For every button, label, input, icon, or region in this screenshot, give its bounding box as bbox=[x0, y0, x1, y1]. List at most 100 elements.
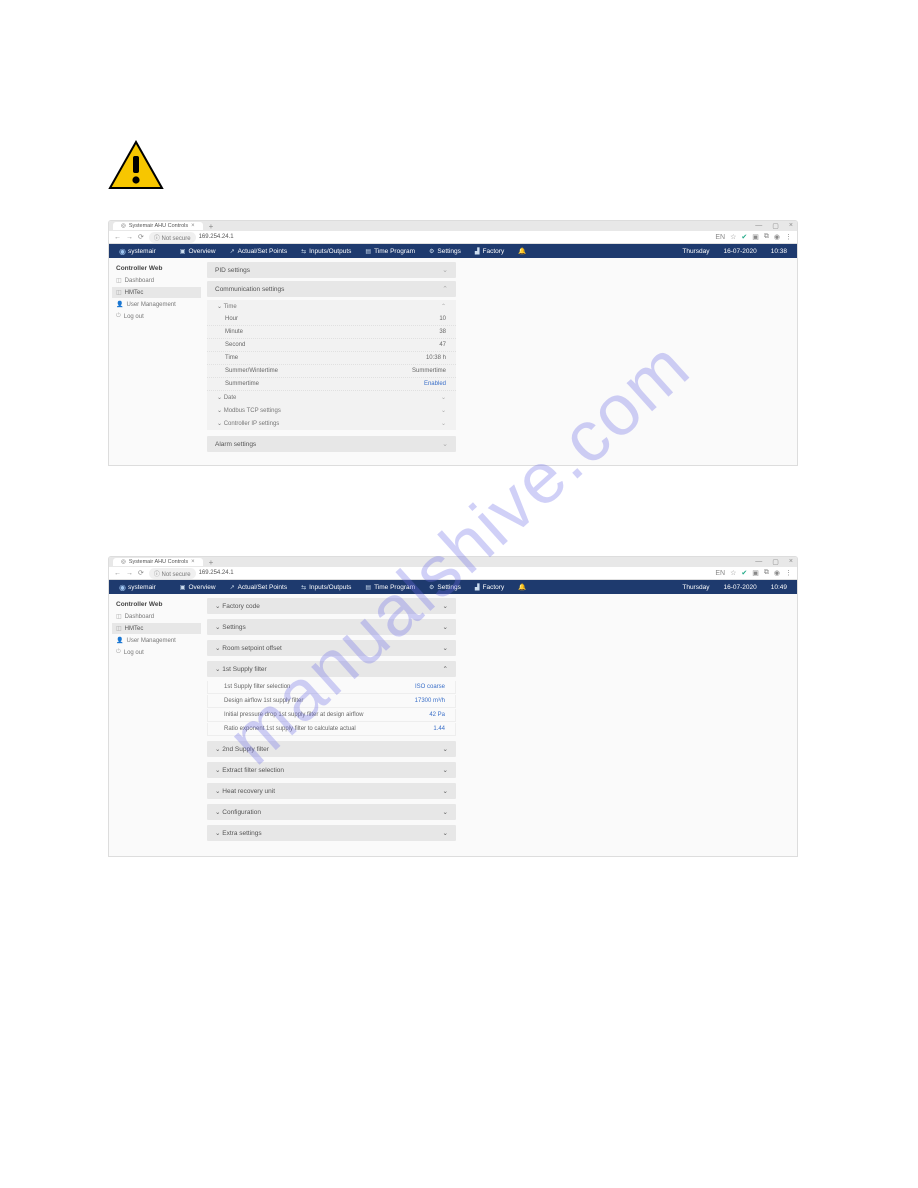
sidebar-item-hmtec[interactable]: ◫HMTec bbox=[112, 287, 201, 298]
profile-icon[interactable]: ◉ bbox=[774, 569, 780, 577]
close-window-icon[interactable]: × bbox=[789, 222, 793, 230]
row-summertime: SummertimeEnabled bbox=[207, 378, 456, 391]
logout-icon: ⏻ bbox=[116, 313, 121, 320]
nav-setpoints[interactable]: ↗Actual/Set Points bbox=[230, 584, 288, 591]
panel-config[interactable]: ⌄ Configuration⌄ bbox=[207, 804, 456, 820]
sidebar-item-usermgmt[interactable]: 👤User Management bbox=[112, 635, 201, 646]
nav-date: 16-07-2020 bbox=[723, 584, 756, 591]
url-field[interactable]: ⓘ Not secure 169.254.24.1 bbox=[149, 232, 234, 243]
panel-extract-filter[interactable]: ⌄ Extract filter selection⌄ bbox=[207, 762, 456, 778]
setpoints-icon: ↗ bbox=[230, 248, 235, 255]
nav-overview[interactable]: ▣Overview bbox=[180, 584, 216, 591]
reload-icon[interactable]: ⟳ bbox=[138, 569, 144, 577]
chevron-down-icon: ⌄ bbox=[443, 808, 448, 816]
panel-room-offset[interactable]: ⌄ Room setpoint offset⌄ bbox=[207, 640, 456, 656]
back-icon[interactable]: ← bbox=[114, 234, 121, 241]
browser-tab[interactable]: ◎ Systemair AHU Controls × bbox=[113, 222, 203, 230]
nav-time: 10:38 bbox=[771, 248, 787, 255]
gear-icon: ⚙ bbox=[429, 248, 434, 255]
star-icon[interactable]: ☆ bbox=[730, 233, 736, 241]
chevron-down-icon: ⌄ bbox=[443, 745, 448, 753]
nav-time[interactable]: ▤Time Program bbox=[365, 248, 415, 255]
main-nav: ◉ systemair ▣Overview ↗Actual/Set Points… bbox=[109, 244, 797, 258]
browser-window-settings: ◎ Systemair AHU Controls × + — ▢ × ← → ⟳… bbox=[108, 220, 798, 466]
bell-icon[interactable]: 🔔 bbox=[518, 247, 526, 255]
minimize-icon[interactable]: — bbox=[755, 558, 762, 566]
star-icon[interactable]: ☆ bbox=[730, 569, 736, 577]
maximize-icon[interactable]: ▢ bbox=[772, 558, 779, 566]
extension-icon[interactable]: ▣ bbox=[752, 233, 759, 241]
row-minute: Minute38 bbox=[207, 326, 456, 339]
menu-icon[interactable]: ⋮ bbox=[785, 569, 792, 577]
row-time-combined: Time10:38 h bbox=[207, 352, 456, 365]
panel-supply1[interactable]: ⌄ 1st Supply filter⌃ bbox=[207, 661, 456, 677]
titlebar: ◎ Systemair AHU Controls × + — ▢ × bbox=[109, 557, 797, 567]
bell-icon[interactable]: 🔔 bbox=[518, 583, 526, 591]
minimize-icon[interactable]: — bbox=[755, 222, 762, 230]
panel-extra[interactable]: ⌄ Extra settings⌄ bbox=[207, 825, 456, 841]
extension-icon[interactable]: ▣ bbox=[752, 569, 759, 577]
sidebar-item-hmtec[interactable]: ◫HMTec bbox=[112, 623, 201, 634]
nav-factory[interactable]: ▟Factory bbox=[475, 248, 504, 255]
menu-icon[interactable]: ⋮ bbox=[785, 233, 792, 241]
sidebar-item-logout[interactable]: ⏻Log out bbox=[112, 311, 201, 322]
close-icon[interactable]: × bbox=[191, 223, 195, 229]
subpanel-time[interactable]: ⌄ Time⌃ bbox=[207, 300, 456, 313]
sidebar-item-usermgmt[interactable]: 👤User Management bbox=[112, 299, 201, 310]
chevron-down-icon: ⌄ bbox=[441, 394, 446, 401]
subpanel-modbus[interactable]: ⌄ Modbus TCP settings⌄ bbox=[207, 404, 456, 417]
close-window-icon[interactable]: × bbox=[789, 558, 793, 566]
panel-comm[interactable]: Communication settings⌃ bbox=[207, 281, 456, 297]
sidebar-item-logout[interactable]: ⏻Log out bbox=[112, 647, 201, 658]
shield-check-icon[interactable]: ✔ bbox=[741, 233, 747, 241]
nav-settings[interactable]: ⚙Settings bbox=[429, 248, 461, 255]
chevron-down-icon: ⌄ bbox=[442, 440, 448, 448]
reload-icon[interactable]: ⟳ bbox=[138, 233, 144, 241]
panel-supply2[interactable]: ⌄ 2nd Supply filter⌄ bbox=[207, 741, 456, 757]
sidebar-item-dashboard[interactable]: ◫Dashboard bbox=[112, 611, 201, 622]
profile-icon[interactable]: ◉ bbox=[774, 233, 780, 241]
translate-icon[interactable]: EN bbox=[715, 234, 725, 241]
nav-overview[interactable]: ▣Overview bbox=[180, 248, 216, 255]
panel-hru[interactable]: ⌄ Heat recovery unit⌄ bbox=[207, 783, 456, 799]
hmtec-icon: ◫ bbox=[116, 625, 122, 632]
overview-icon: ▣ bbox=[180, 248, 186, 255]
forward-icon[interactable]: → bbox=[126, 570, 133, 577]
nav-io[interactable]: ⇆Inputs/Outputs bbox=[301, 584, 351, 591]
chevron-down-icon: ⌄ bbox=[441, 420, 446, 427]
panel-factory-settings[interactable]: ⌄ Settings⌄ bbox=[207, 619, 456, 635]
translate-icon[interactable]: EN bbox=[715, 570, 725, 577]
nav-factory[interactable]: ▟Factory bbox=[475, 584, 504, 591]
sidebar-item-dashboard[interactable]: ◫Dashboard bbox=[112, 275, 201, 286]
forward-icon[interactable]: → bbox=[126, 234, 133, 241]
tab-title: Systemair AHU Controls bbox=[129, 223, 188, 229]
nav-setpoints[interactable]: ↗Actual/Set Points bbox=[230, 248, 288, 255]
nav-time[interactable]: ▤Time Program bbox=[365, 584, 415, 591]
brand[interactable]: ◉ systemair bbox=[119, 247, 156, 256]
tab-strip-icon[interactable]: ⧉ bbox=[764, 233, 769, 241]
nav-io[interactable]: ⇆Inputs/Outputs bbox=[301, 248, 351, 255]
back-icon[interactable]: ← bbox=[114, 570, 121, 577]
url-bar: ← → ⟳ ⓘ Not secure 169.254.24.1 EN ☆ ✔ ▣… bbox=[109, 231, 797, 244]
user-icon: 👤 bbox=[116, 637, 123, 644]
row-supply1-selection: 1st Supply filter selectionISO coarse bbox=[207, 681, 456, 694]
nav-settings[interactable]: ⚙Settings bbox=[429, 584, 461, 591]
new-tab-icon[interactable]: + bbox=[209, 558, 214, 567]
sidebar: Controller Web ◫Dashboard ◫HMTec 👤User M… bbox=[109, 598, 201, 846]
browser-tab[interactable]: ◎ Systemair AHU Controls × bbox=[113, 558, 203, 566]
calendar-icon: ▤ bbox=[365, 584, 371, 591]
url-field[interactable]: ⓘ Not secure 169.254.24.1 bbox=[149, 568, 234, 579]
subpanel-ip[interactable]: ⌄ Controller IP settings⌄ bbox=[207, 417, 456, 430]
tab-strip-icon[interactable]: ⧉ bbox=[764, 569, 769, 577]
shield-check-icon[interactable]: ✔ bbox=[741, 569, 747, 577]
factory-icon: ▟ bbox=[475, 584, 480, 591]
brand[interactable]: ◉ systemair bbox=[119, 583, 156, 592]
panel-factory-code[interactable]: ⌄ Factory code⌄ bbox=[207, 598, 456, 614]
io-icon: ⇆ bbox=[301, 584, 306, 591]
panel-alarm[interactable]: Alarm settings⌄ bbox=[207, 436, 456, 452]
maximize-icon[interactable]: ▢ bbox=[772, 222, 779, 230]
panel-pid[interactable]: PID settings⌄ bbox=[207, 262, 456, 278]
new-tab-icon[interactable]: + bbox=[209, 222, 214, 231]
subpanel-date[interactable]: ⌄ Date⌄ bbox=[207, 391, 456, 404]
close-icon[interactable]: × bbox=[191, 559, 195, 565]
